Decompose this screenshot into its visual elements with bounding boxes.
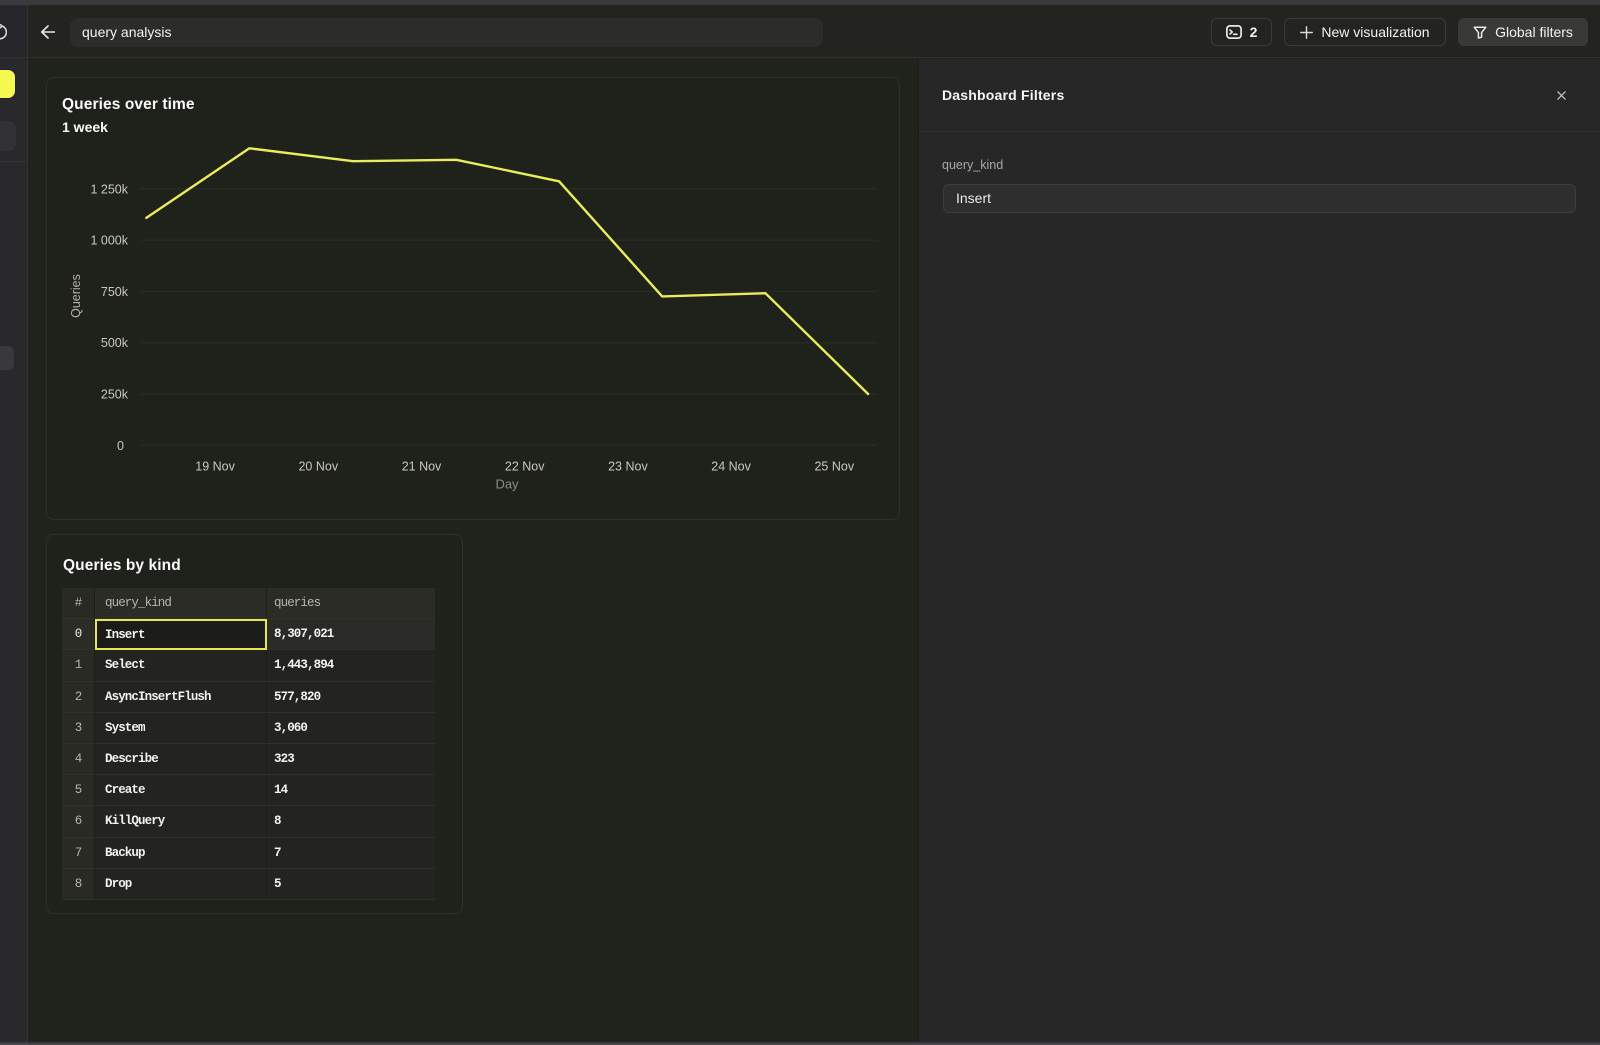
svg-text:0: 0	[117, 439, 124, 453]
svg-text:24 Nov: 24 Nov	[711, 460, 751, 474]
svg-text:Day: Day	[495, 477, 519, 492]
svg-text:Queries: Queries	[69, 274, 83, 318]
svg-text:25 Nov: 25 Nov	[814, 460, 854, 474]
svg-text:250k: 250k	[101, 388, 129, 402]
svg-text:20 Nov: 20 Nov	[298, 460, 338, 474]
svg-text:21 Nov: 21 Nov	[402, 460, 442, 474]
svg-text:750k: 750k	[101, 285, 129, 299]
svg-text:1 000k: 1 000k	[90, 234, 128, 248]
svg-text:500k: 500k	[101, 336, 129, 350]
svg-text:22 Nov: 22 Nov	[505, 460, 545, 474]
svg-text:19 Nov: 19 Nov	[195, 460, 235, 474]
svg-text:1 250k: 1 250k	[90, 182, 128, 196]
svg-text:23 Nov: 23 Nov	[608, 460, 648, 474]
